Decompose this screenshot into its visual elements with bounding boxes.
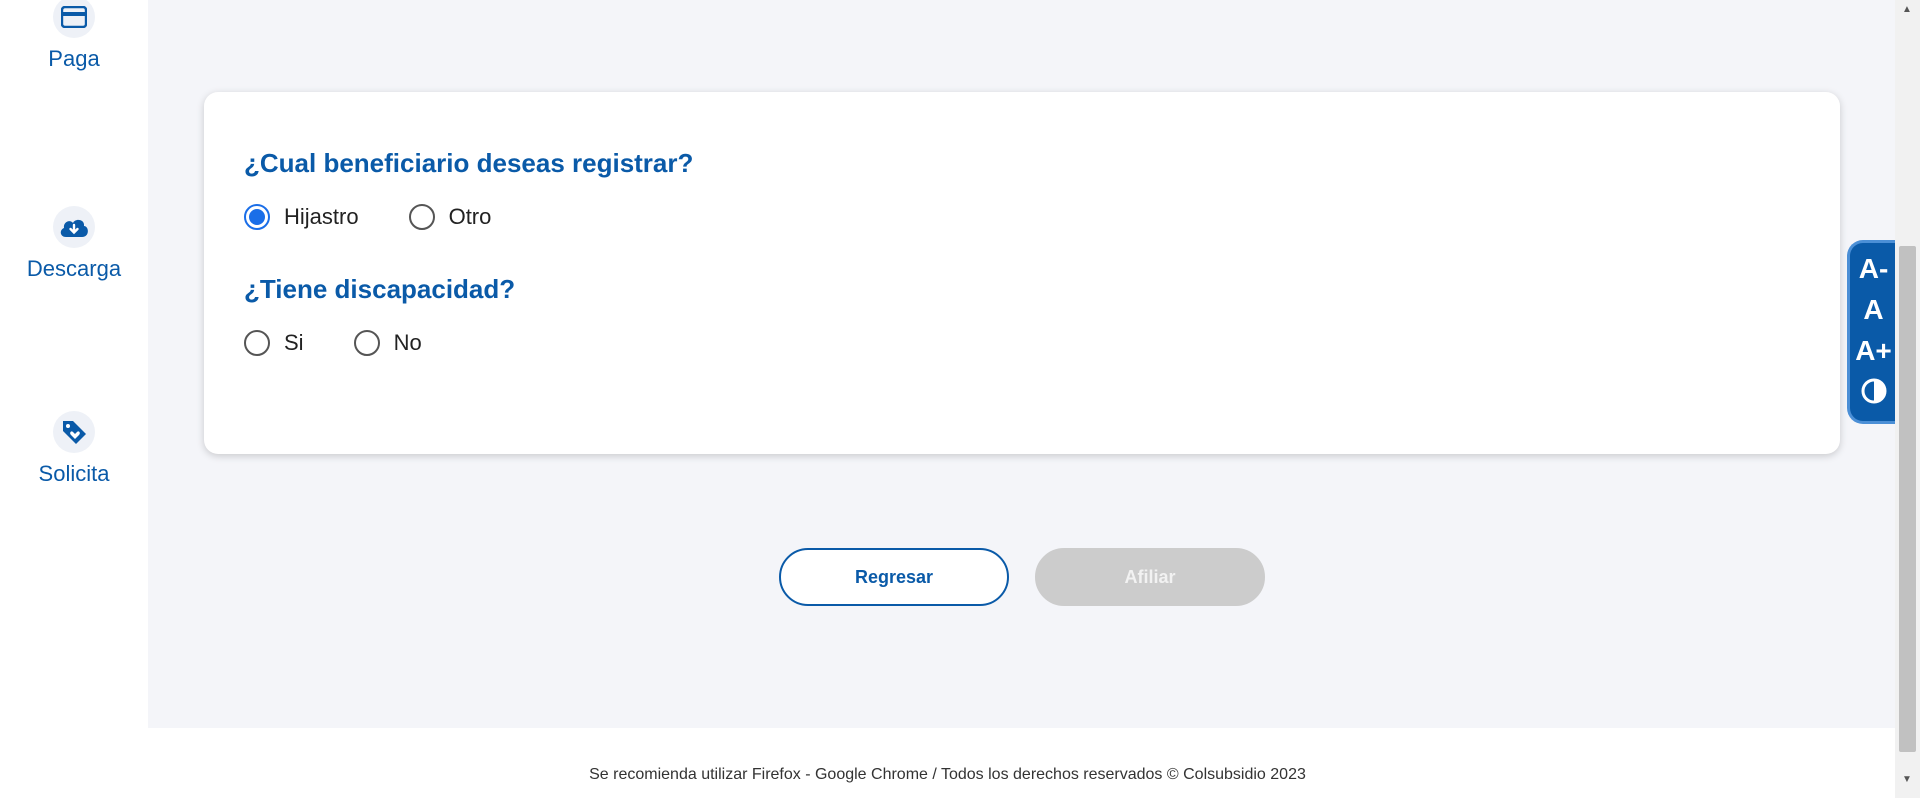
normal-font-button[interactable]: A <box>1863 296 1883 324</box>
back-button[interactable]: Regresar <box>779 548 1009 606</box>
radio-option-no[interactable]: No <box>353 330 422 356</box>
tag-heart-icon <box>53 411 95 453</box>
scroll-up-arrow-icon[interactable]: ▲ <box>1902 4 1912 15</box>
sidebar-item-descarga[interactable]: Descarga <box>0 206 148 282</box>
sidebar-item-solicita[interactable]: Solicita <box>0 411 148 487</box>
radio-selected-dot <box>249 209 265 225</box>
radio-button[interactable] <box>353 330 380 356</box>
sidebar-item-paga[interactable]: Paga <box>0 0 148 72</box>
sidebar-item-label: Solicita <box>38 461 110 486</box>
scroll-down-arrow-icon[interactable]: ▼ <box>1902 774 1912 785</box>
accessibility-toolbar: A- A A+ <box>1847 240 1897 424</box>
sidebar-item-label: Descarga <box>26 256 122 281</box>
increase-font-button[interactable]: A+ <box>1855 336 1892 365</box>
radio-button[interactable] <box>244 204 270 230</box>
radio-label: Otro <box>448 204 492 229</box>
credit-card-icon <box>53 0 95 38</box>
beneficiary-form-card: ¿Cual beneficiario deseas registrar? Hij… <box>204 92 1840 454</box>
footer-text: Se recomienda utilizar Firefox - Google … <box>589 766 1306 783</box>
scrollbar-thumb[interactable] <box>1899 246 1916 752</box>
radio-option-otro[interactable]: Otro <box>408 204 492 230</box>
sidebar-item-label: Paga <box>48 46 100 71</box>
cloud-download-icon <box>53 206 95 248</box>
question-disability-title: ¿Tiene discapacidad? <box>244 274 516 304</box>
page-scrollbar[interactable]: ▲ ▼ <box>1895 0 1920 798</box>
beneficiary-radio-group: Hijastro Otro <box>244 204 541 230</box>
submit-button[interactable]: Afiliar <box>1035 548 1265 606</box>
main-content: ¿Cual beneficiario deseas registrar? Hij… <box>148 0 1895 728</box>
sidebar: Paga Descarga Solicita <box>0 0 148 728</box>
question-beneficiary-title: ¿Cual beneficiario deseas registrar? <box>244 148 694 178</box>
radio-button[interactable] <box>408 204 435 230</box>
radio-label: Si <box>284 330 304 355</box>
disability-radio-group: Si No <box>244 330 472 356</box>
contrast-icon[interactable] <box>1861 378 1887 409</box>
radio-button[interactable] <box>244 330 270 356</box>
radio-option-hijastro[interactable]: Hijastro <box>244 204 359 230</box>
radio-option-si[interactable]: Si <box>244 330 304 356</box>
radio-label: No <box>393 330 422 355</box>
radio-label: Hijastro <box>284 204 359 229</box>
decrease-font-button[interactable]: A- <box>1859 255 1889 283</box>
